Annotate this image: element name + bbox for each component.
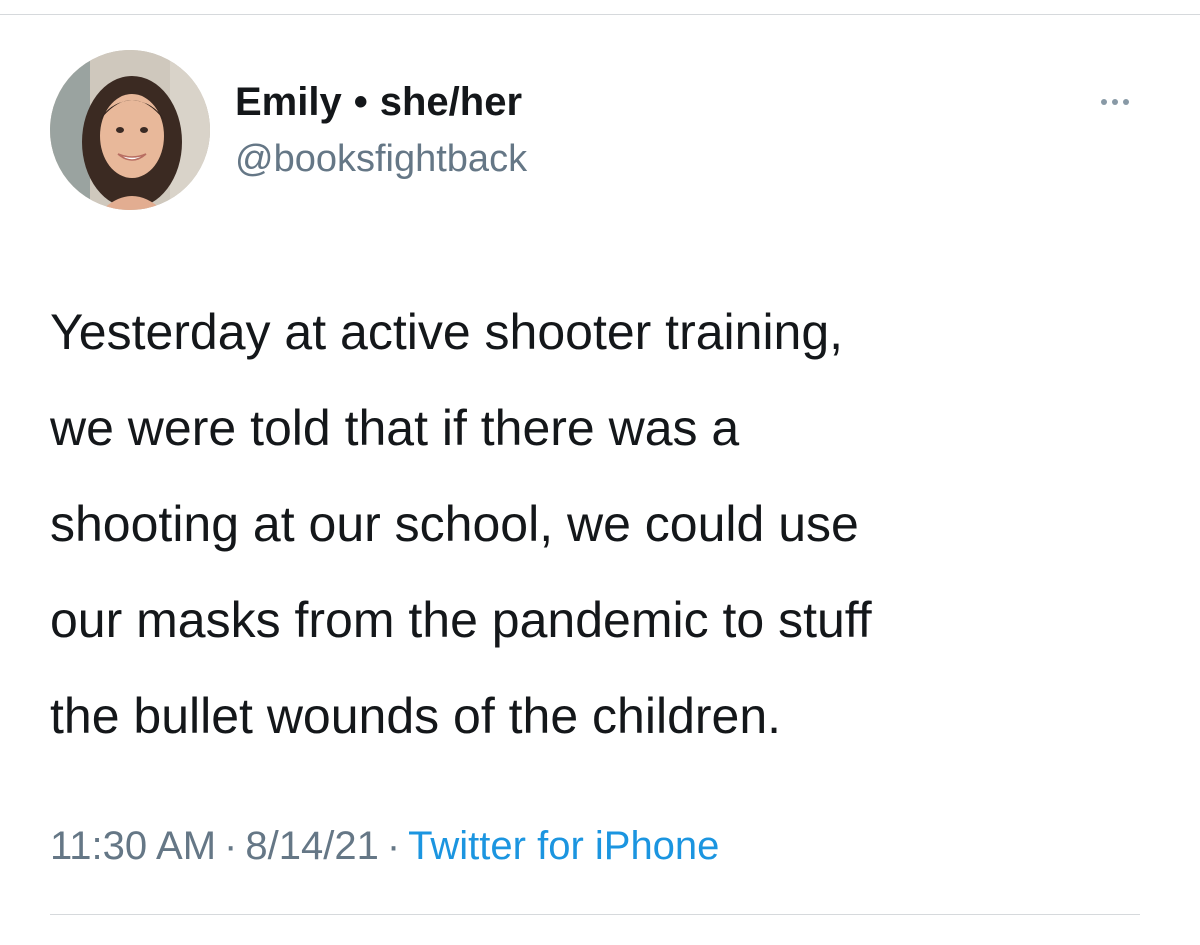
- tweet-text: Yesterday at active shooter training, we…: [50, 284, 1160, 764]
- tweet-time[interactable]: 11:30 AM: [50, 824, 216, 868]
- tweet-source-link[interactable]: Twitter for iPhone: [408, 824, 719, 868]
- profile-photo-avatar: [50, 50, 210, 210]
- more-horizontal-icon-dot: [1112, 99, 1118, 105]
- more-horizontal-icon: [1101, 99, 1107, 105]
- tweet-text-line: shooting at our school, we could use: [50, 496, 859, 552]
- author-pronouns: she/her: [379, 80, 523, 124]
- tweet-date[interactable]: 8/14/21: [245, 824, 378, 868]
- tweet-metadata: 11:30 AM · 8/14/21 · Twitter for iPhone: [50, 822, 719, 870]
- author-name: Emily: [235, 80, 342, 124]
- more-options-button[interactable]: [1090, 90, 1140, 114]
- meta-separator: ·: [224, 824, 238, 868]
- top-divider: [0, 14, 1200, 15]
- tweet-text-line: we were told that if there was a: [50, 400, 740, 456]
- name-separator: •: [353, 80, 368, 124]
- tweet-text-line: our masks from the pandemic to stuff: [50, 592, 872, 648]
- author-display-name[interactable]: Emily • she/her: [235, 78, 522, 126]
- author-handle[interactable]: @booksfightback: [235, 136, 527, 182]
- more-horizontal-icon-dot: [1123, 99, 1129, 105]
- tweet-text-line: Yesterday at active shooter training,: [50, 304, 844, 360]
- tweet-text-line: the bullet wounds of the children.: [50, 688, 782, 744]
- bottom-divider: [50, 914, 1140, 915]
- avatar[interactable]: [50, 50, 210, 210]
- meta-separator: ·: [386, 824, 401, 868]
